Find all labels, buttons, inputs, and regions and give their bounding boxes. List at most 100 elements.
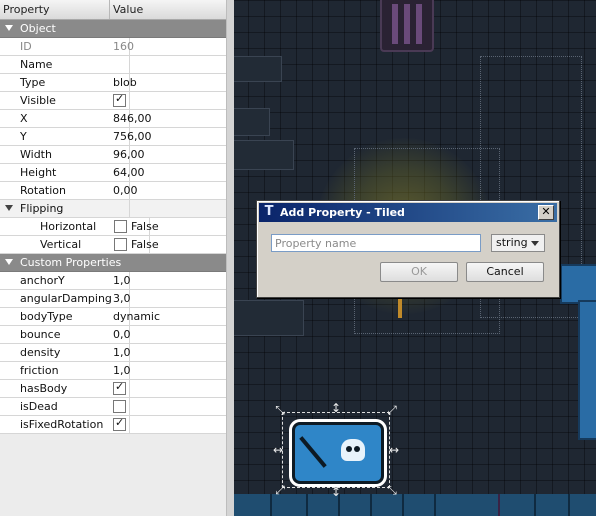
hasbody-checkbox[interactable] bbox=[113, 380, 126, 395]
property-rows: Object ID 160 Name Type blob Visible X 8… bbox=[0, 20, 226, 434]
dialog-title: Add Property - Tiled bbox=[280, 206, 405, 219]
isfixedrotation-checkbox[interactable] bbox=[113, 416, 126, 431]
property-label: friction bbox=[0, 362, 130, 379]
property-row-width[interactable]: Width 96,00 bbox=[0, 146, 226, 164]
property-row-bodytype[interactable]: bodyType dynamic bbox=[0, 308, 226, 326]
group-custom-properties[interactable]: Custom Properties bbox=[0, 254, 226, 272]
property-row-bounce[interactable]: bounce 0,0 bbox=[0, 326, 226, 344]
property-label: Width bbox=[0, 146, 130, 163]
property-value[interactable]: 96,00 bbox=[113, 146, 145, 163]
resize-handle-icon[interactable]: ⤡ bbox=[386, 484, 398, 496]
door-tile bbox=[380, 0, 434, 52]
property-row-id: ID 160 bbox=[0, 38, 226, 56]
property-label: anchorY bbox=[0, 272, 130, 289]
property-value[interactable]: 0,00 bbox=[113, 182, 138, 199]
property-row-rotation[interactable]: Rotation 0,00 bbox=[0, 182, 226, 200]
property-row-isdead[interactable]: isDead bbox=[0, 398, 226, 416]
property-row-name[interactable]: Name bbox=[0, 56, 226, 74]
property-value: 160 bbox=[113, 40, 134, 53]
floor-tiles bbox=[234, 494, 596, 516]
resize-handle-icon[interactable]: ⤢ bbox=[386, 404, 398, 416]
property-row-visible[interactable]: Visible bbox=[0, 92, 226, 110]
property-value: False bbox=[131, 238, 159, 251]
property-label: isFixedRotation bbox=[0, 416, 130, 433]
cancel-button[interactable]: Cancel bbox=[466, 262, 544, 282]
property-row-angulardamping[interactable]: angularDamping 3,0 bbox=[0, 290, 226, 308]
property-label: isDead bbox=[0, 398, 130, 415]
property-row-y[interactable]: Y 756,00 bbox=[0, 128, 226, 146]
property-value[interactable]: 3,0 bbox=[113, 290, 131, 307]
property-type-value: string bbox=[496, 236, 528, 249]
resize-handle-icon[interactable]: ↔ bbox=[272, 444, 284, 456]
property-value[interactable]: 756,00 bbox=[113, 128, 152, 145]
property-row-height[interactable]: Height 64,00 bbox=[0, 164, 226, 182]
properties-header: Property Value bbox=[0, 0, 226, 20]
property-label: Horizontal bbox=[0, 218, 150, 235]
property-label: bodyType bbox=[0, 308, 130, 325]
property-label: Y bbox=[0, 128, 130, 145]
add-property-dialog: T Add Property - Tiled ✕ string OK Cance… bbox=[256, 200, 560, 298]
property-label: angularDamping bbox=[0, 290, 130, 307]
property-value[interactable]: 1,0 bbox=[113, 272, 131, 289]
property-value: False bbox=[131, 220, 159, 233]
skull-icon bbox=[341, 439, 365, 461]
horizontal-checkbox[interactable] bbox=[114, 220, 127, 233]
property-label: Height bbox=[0, 164, 130, 181]
property-row-anchory[interactable]: anchorY 1,0 bbox=[0, 272, 226, 290]
wall-brick bbox=[234, 140, 294, 170]
property-name-input[interactable] bbox=[271, 234, 481, 252]
property-row-horizontal[interactable]: Horizontal False bbox=[0, 218, 226, 236]
property-row-type[interactable]: Type blob bbox=[0, 74, 226, 92]
ok-button[interactable]: OK bbox=[380, 262, 458, 282]
property-value[interactable]: blob bbox=[113, 74, 137, 91]
property-row-x[interactable]: X 846,00 bbox=[0, 110, 226, 128]
property-row-flipping[interactable]: Flipping bbox=[0, 200, 226, 218]
resize-handle-icon[interactable]: ↕ bbox=[330, 486, 342, 498]
property-row-friction[interactable]: friction 1,0 bbox=[0, 362, 226, 380]
resize-handle-icon[interactable]: ↕ bbox=[330, 402, 342, 414]
property-row-vertical[interactable]: Vertical False bbox=[0, 236, 226, 254]
header-value[interactable]: Value bbox=[110, 0, 143, 19]
sword-icon bbox=[299, 436, 327, 468]
resize-handle-icon[interactable]: ⤢ bbox=[274, 484, 286, 496]
chevron-down-icon bbox=[531, 241, 539, 246]
close-button[interactable]: ✕ bbox=[538, 205, 554, 220]
properties-panel: Property Value Object ID 160 Name Type b… bbox=[0, 0, 226, 516]
isdead-checkbox[interactable] bbox=[113, 400, 126, 413]
property-label: Name bbox=[0, 56, 130, 73]
property-value[interactable]: 0,0 bbox=[113, 326, 131, 343]
resize-handle-icon[interactable]: ⤡ bbox=[274, 404, 286, 416]
property-row-density[interactable]: density 1,0 bbox=[0, 344, 226, 362]
pillar-tile bbox=[578, 300, 596, 440]
property-label: X bbox=[0, 110, 130, 127]
torch-tile bbox=[398, 296, 402, 318]
wall-tile bbox=[560, 264, 596, 304]
property-label: Type bbox=[0, 74, 130, 91]
property-label: Rotation bbox=[0, 182, 130, 199]
property-label: density bbox=[0, 344, 130, 361]
property-label: Visible bbox=[0, 92, 130, 109]
property-value[interactable]: 64,00 bbox=[113, 164, 145, 181]
group-label: Object bbox=[20, 22, 56, 35]
header-property[interactable]: Property bbox=[0, 0, 110, 19]
resize-handle-icon[interactable]: ↔ bbox=[388, 444, 400, 456]
property-row-isfixedrotation[interactable]: isFixedRotation bbox=[0, 416, 226, 434]
property-value[interactable]: 1,0 bbox=[113, 362, 131, 379]
property-value[interactable]: 1,0 bbox=[113, 344, 131, 361]
group-object[interactable]: Object bbox=[0, 20, 226, 38]
dialog-titlebar[interactable]: T Add Property - Tiled ✕ bbox=[259, 203, 557, 222]
property-value[interactable]: 846,00 bbox=[113, 110, 152, 127]
property-value[interactable]: dynamic bbox=[113, 308, 160, 325]
wall-brick bbox=[234, 56, 282, 82]
tiled-icon: T bbox=[264, 204, 274, 219]
visible-checkbox[interactable] bbox=[113, 92, 126, 107]
vertical-checkbox[interactable] bbox=[114, 238, 127, 251]
property-row-hasbody[interactable]: hasBody bbox=[0, 380, 226, 398]
property-label: Vertical bbox=[0, 236, 150, 253]
property-label: Flipping bbox=[0, 200, 130, 217]
selected-blob-object[interactable] bbox=[282, 412, 390, 488]
property-label: ID bbox=[0, 38, 130, 55]
property-type-select[interactable]: string bbox=[491, 234, 545, 252]
group-label: Custom Properties bbox=[20, 256, 122, 269]
property-label: bounce bbox=[0, 326, 130, 343]
